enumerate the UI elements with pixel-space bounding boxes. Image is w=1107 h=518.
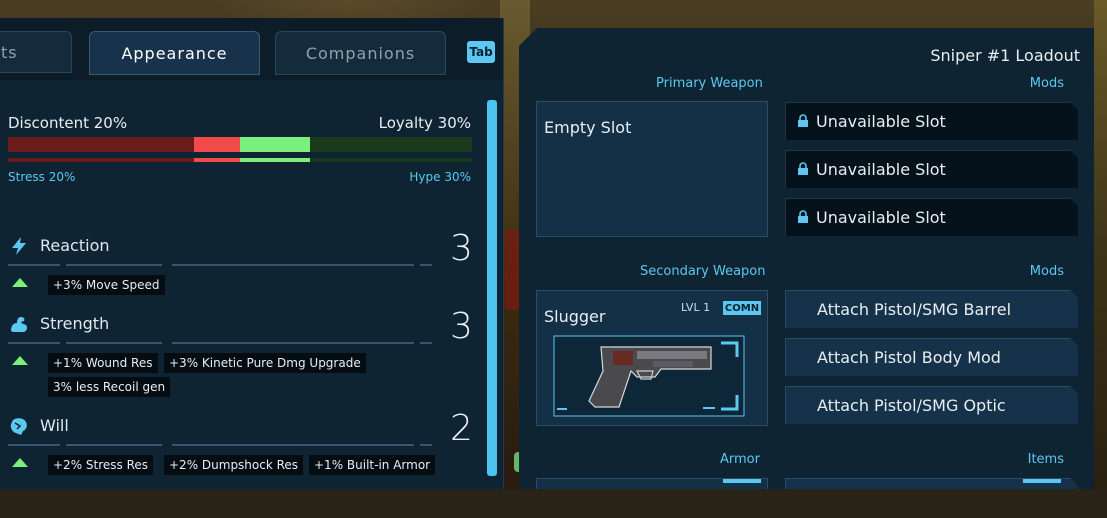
stat-divider [8,444,432,446]
stat-value: 2 [450,408,473,449]
discontent-bar-fill [8,137,194,152]
loyalty-bar-highlight [240,137,310,152]
stat-name: Strength [40,314,110,333]
item-slot[interactable] [785,478,1078,489]
character-panel: ts Appearance Companions Tab Discontent … [0,18,504,489]
discontent-bar-highlight [194,137,240,152]
bonus-chip: +2% Stress Res [48,455,154,475]
weapon-level: LVL 1 [681,301,711,314]
tab-stats[interactable]: ts [0,31,72,73]
rarity-badge: COMN [723,301,761,315]
hype-label: Hype 30% [409,170,471,184]
secondary-weapon-slot[interactable]: Slugger LVL 1 COMN [536,290,768,426]
secondary-weapon-heading: Secondary Weapon [640,264,766,279]
mod-label: Unavailable Slot [816,160,946,179]
tab-key-hint: Tab [467,41,495,63]
loadout-title: Sniper #1 Loadout [930,46,1080,65]
tab-companions[interactable]: Companions [275,31,446,75]
lock-icon [798,114,808,127]
item-badge [1023,479,1061,483]
stress-hype-bar [8,158,472,162]
bonus-chip: +3% Kinetic Pure Dmg Upgrade [164,353,366,373]
stat-name: Reaction [40,236,110,255]
pistol-image [553,335,745,417]
flexed-arm-icon [11,317,28,332]
loyalty-label: Loyalty 30% [378,114,471,132]
primary-weapon-slot[interactable]: Empty Slot [536,101,768,237]
primary-mod-slot[interactable]: Unavailable Slot [785,150,1078,188]
mod-label: Unavailable Slot [816,208,946,227]
weapon-name: Slugger [544,307,606,326]
morale-bar [8,137,472,152]
slot-label: Empty Slot [544,118,632,137]
mod-label: Attach Pistol Body Mod [817,348,1001,367]
loadout-panel: Sniper #1 Loadout Primary Weapon Mods Em… [519,28,1094,489]
brain-icon [10,418,27,435]
discontent-label: Discontent 20% [8,114,128,132]
increase-arrow-icon [12,458,28,467]
bonus-chip: +1% Built-in Armor [309,455,436,475]
lock-icon [798,162,808,175]
tab-appearance[interactable]: Appearance [89,31,260,75]
tab-label: Companions [305,43,416,63]
increase-arrow-icon [12,278,28,287]
armor-badge [723,479,761,483]
items-heading: Items [1027,452,1064,467]
tab-label: Appearance [121,43,228,63]
mod-label: Attach Pistol/SMG Optic [817,396,1006,415]
mod-label: Attach Pistol/SMG Barrel [817,300,1012,319]
stat-divider [8,264,432,266]
secondary-mod-slot[interactable]: Attach Pistol/SMG Barrel [785,290,1078,328]
bonus-chip: +3% Move Speed [48,275,165,295]
primary-mod-slot[interactable]: Unavailable Slot [785,198,1078,236]
stat-name: Will [40,416,69,435]
scrollbar[interactable] [487,100,497,476]
secondary-mods-heading: Mods [1029,264,1064,279]
lightning-icon [12,237,26,255]
stat-value: 3 [450,228,473,269]
tab-bar: ts Appearance Companions Tab [0,18,503,80]
primary-mods-heading: Mods [1029,76,1064,91]
bonus-chip: +1% Wound Res [48,353,158,373]
secondary-mod-slot[interactable]: Attach Pistol/SMG Optic [785,386,1078,424]
lock-icon [798,210,808,223]
loyalty-bar-fill [310,137,472,152]
armor-slot[interactable] [536,478,768,489]
stat-divider [8,342,432,344]
primary-mod-slot[interactable]: Unavailable Slot [785,102,1078,140]
stress-label: Stress 20% [8,170,76,184]
secondary-mod-slot[interactable]: Attach Pistol Body Mod [785,338,1078,376]
armor-heading: Armor [720,452,760,467]
bonus-chip: +2% Dumpshock Res [164,455,304,475]
stat-value: 3 [450,306,473,347]
mod-label: Unavailable Slot [816,112,946,131]
background-edge [1094,0,1107,489]
increase-arrow-icon [12,356,28,365]
bonus-chip: 3% less Recoil gen [48,377,171,397]
tab-label: ts [1,42,18,62]
primary-weapon-heading: Primary Weapon [656,76,763,91]
